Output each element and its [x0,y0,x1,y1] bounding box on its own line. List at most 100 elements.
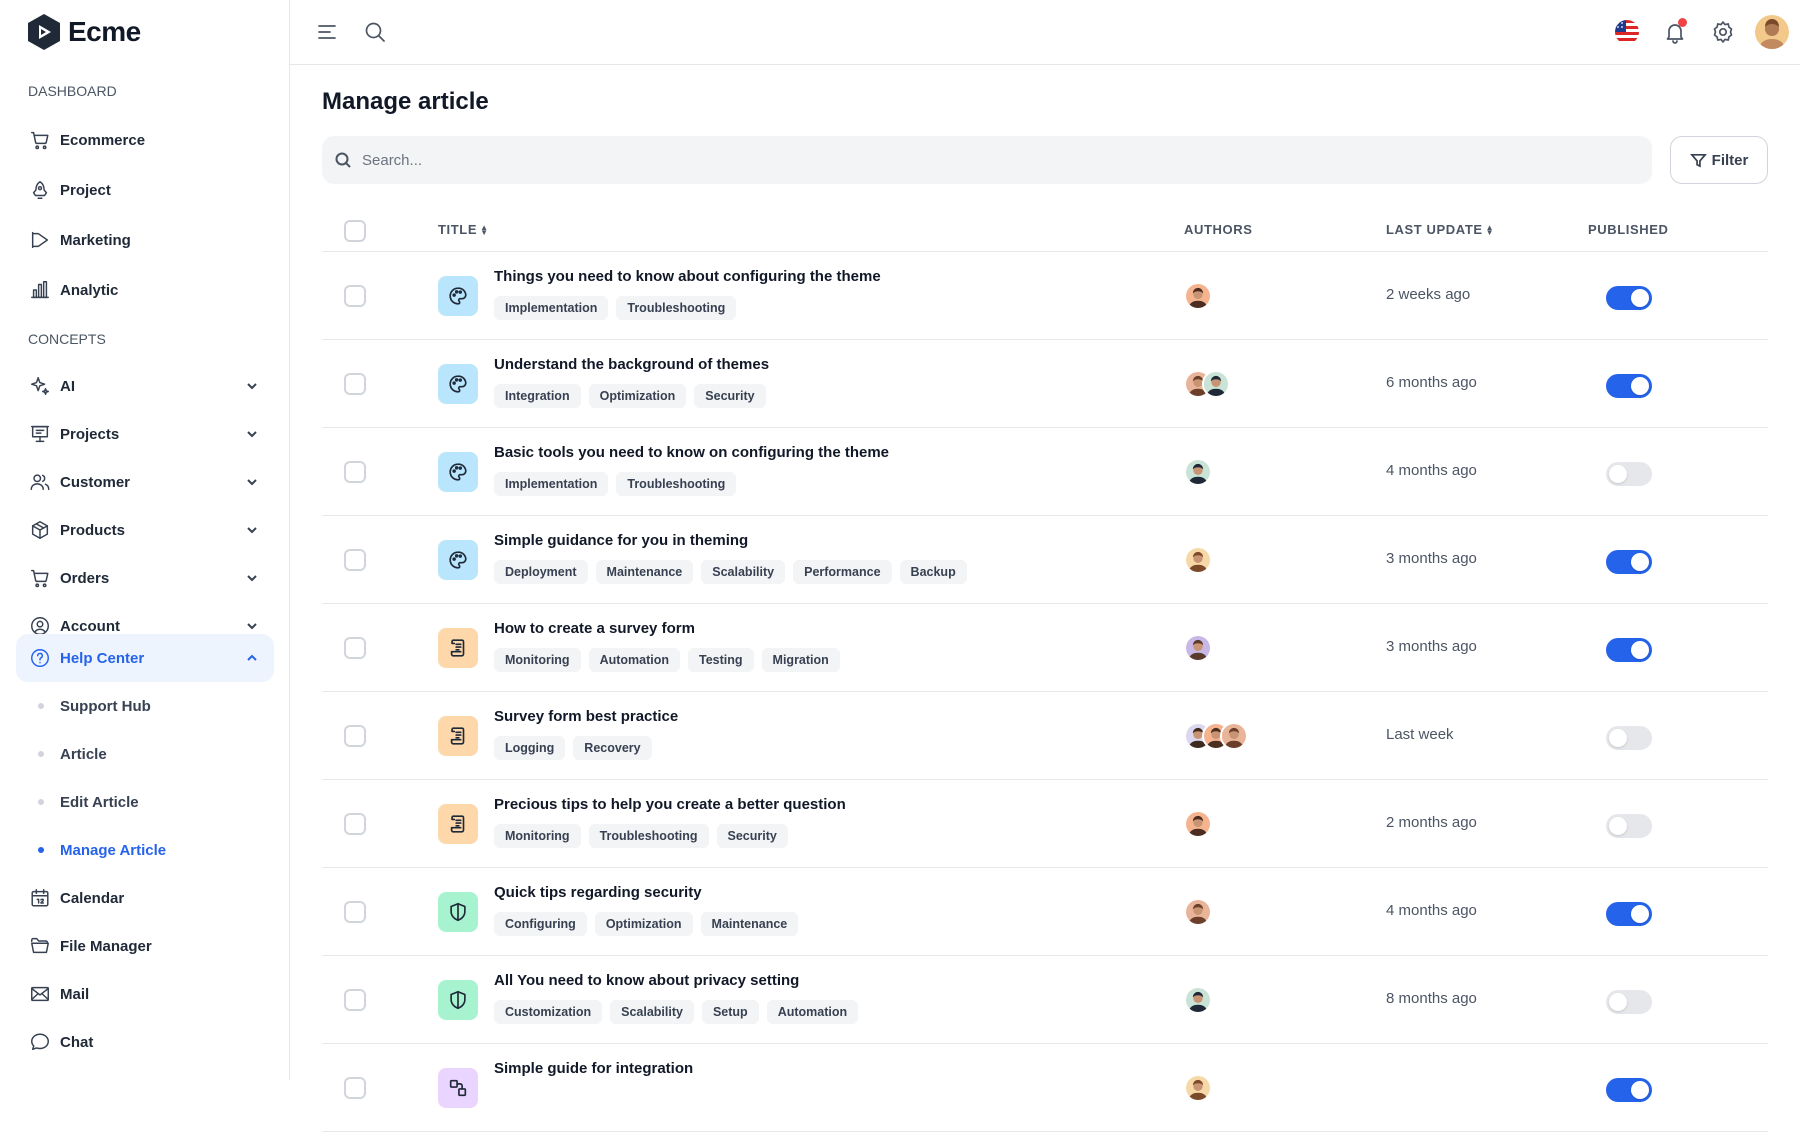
nav-item-chat[interactable]: Chat [16,1018,274,1066]
table-row[interactable]: Basic tools you need to know on configur… [322,428,1768,516]
published-toggle[interactable] [1606,902,1652,926]
table-row[interactable]: How to create a survey form Monitoring Aut… [322,604,1768,692]
select-all-checkbox[interactable] [344,220,366,242]
article-title[interactable]: Quick tips regarding security [494,884,702,901]
article-title[interactable]: Survey form best practice [494,708,678,725]
nav-item-project[interactable]: Project [16,166,274,214]
bullet-dot [38,799,44,805]
user-avatar[interactable] [1755,15,1789,49]
nav-item-file-manager[interactable]: File Manager [16,922,274,970]
row-checkbox[interactable] [344,549,366,571]
table-row[interactable]: Things you need to know about configurin… [322,252,1768,340]
sub-item-support-hub[interactable]: Support Hub [16,684,274,728]
tag-list: Implementation Troubleshooting [494,472,737,496]
published-toggle[interactable] [1606,726,1652,750]
last-update: 6 months ago [1386,374,1477,391]
table-row[interactable]: Simple guide for integration [322,1044,1768,1132]
avatar[interactable] [1184,282,1212,310]
notification-dot [1678,18,1687,27]
filter-button[interactable]: Filter [1670,136,1768,184]
published-toggle[interactable] [1606,374,1652,398]
bell-icon[interactable] [1662,18,1688,45]
table-row[interactable]: Simple guidance for you in theming Deploy… [322,516,1768,604]
published-toggle[interactable] [1606,286,1652,310]
nav-label: AI [60,377,75,395]
published-toggle[interactable] [1606,814,1652,838]
gear-icon[interactable] [1710,19,1736,45]
row-checkbox[interactable] [344,1077,366,1099]
avatar[interactable] [1184,634,1212,662]
row-checkbox[interactable] [344,373,366,395]
author-avatars [1184,722,1248,750]
nav-item-projects[interactable]: Projects [16,410,274,458]
search-input[interactable] [362,151,1562,169]
article-title[interactable]: Things you need to know about configurin… [494,268,881,285]
nav-item-help-center[interactable]: Help Center [16,634,274,682]
article-title[interactable]: Understand the background of themes [494,356,769,373]
sub-item-manage-article[interactable]: Manage Article [16,828,274,872]
published-toggle[interactable] [1606,462,1652,486]
avatar[interactable] [1184,546,1212,574]
avatar[interactable] [1220,722,1248,750]
avatar[interactable] [1184,986,1212,1014]
nav-item-marketing[interactable]: Marketing [16,216,274,264]
row-checkbox[interactable] [344,813,366,835]
row-checkbox[interactable] [344,725,366,747]
nav-item-analytic[interactable]: Analytic [16,266,274,314]
avatar[interactable] [1184,1074,1212,1102]
avatar[interactable] [1184,810,1212,838]
author-avatars [1184,986,1212,1014]
published-toggle[interactable] [1606,550,1652,574]
nav-item-customer[interactable]: Customer [16,458,274,506]
nav-item-orders[interactable]: Orders [16,554,274,602]
row-checkbox[interactable] [344,989,366,1011]
nav-item-calendar[interactable]: Calendar [16,874,274,922]
us-flag-icon[interactable] [1614,19,1640,45]
article-title[interactable]: Simple guidance for you in theming [494,532,748,549]
published-toggle[interactable] [1606,638,1652,662]
column-header-title[interactable]: TITLE ▲ ▼ [438,222,489,237]
menu-icon[interactable] [314,19,340,45]
column-header-last-update[interactable]: LAST UPDATE ▲ ▼ [1386,222,1494,237]
row-checkbox[interactable] [344,637,366,659]
filter-label: Filter [1711,151,1749,169]
row-checkbox[interactable] [344,285,366,307]
table-row[interactable]: Survey form best practice Logging Recovery… [322,692,1768,780]
nav-item-ai[interactable]: AI [16,362,274,410]
article-title[interactable]: How to create a survey form [494,620,695,637]
nav-item-products[interactable]: Products [16,506,274,554]
box-icon [28,518,52,542]
article-title[interactable]: Basic tools you need to know on configur… [494,444,889,461]
sub-item-label: Support Hub [60,697,151,715]
table-row[interactable]: Understand the background of themes Integ… [322,340,1768,428]
shield-icon [438,892,478,932]
row-checkbox[interactable] [344,901,366,923]
sort-icon: ▲ ▼ [1485,222,1495,237]
sub-item-edit-article[interactable]: Edit Article [16,780,274,824]
article-title[interactable]: Simple guide for integration [494,1060,693,1077]
nav-item-ecommerce[interactable]: Ecommerce [16,116,274,164]
calendar-icon [28,886,52,910]
published-toggle[interactable] [1606,1078,1652,1102]
table-row[interactable]: Precious tips to help you create a bette… [322,780,1768,868]
last-update: 4 months ago [1386,462,1477,479]
row-checkbox[interactable] [344,461,366,483]
table-header: TITLE ▲ ▼ AUTHORS LAST UPDATE ▲ ▼ PUBLISHE… [322,210,1768,252]
table-row[interactable]: All You need to know about privacy setti… [322,956,1768,1044]
tag: Troubleshooting [616,472,737,496]
nav-item-mail[interactable]: Mail [16,970,274,1018]
tag: Automation [588,648,681,672]
app-logo[interactable]: Ecme [24,12,141,52]
avatar[interactable] [1202,370,1230,398]
published-toggle[interactable] [1606,990,1652,1014]
article-title[interactable]: Precious tips to help you create a bette… [494,796,846,813]
last-update: 2 weeks ago [1386,286,1471,303]
chevron-down-icon [244,474,260,490]
article-title[interactable]: All You need to know about privacy setti… [494,972,799,989]
avatar[interactable] [1184,458,1212,486]
sub-item-article[interactable]: Article [16,732,274,776]
tag: Security [716,824,788,848]
search-icon[interactable] [362,19,388,45]
table-row[interactable]: Quick tips regarding security Configuring… [322,868,1768,956]
avatar[interactable] [1184,898,1212,926]
